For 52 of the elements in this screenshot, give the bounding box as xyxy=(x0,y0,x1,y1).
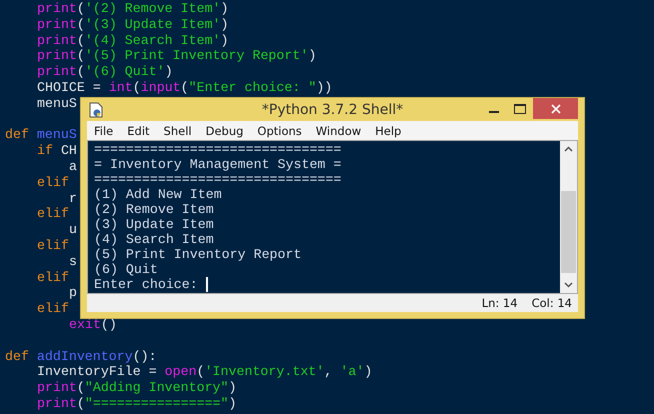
shell-output-line: (6) Quit xyxy=(94,262,158,277)
menu-item[interactable]: Options xyxy=(257,124,302,138)
code-line: print("Adding Inventory") xyxy=(36,380,237,396)
python-file-icon xyxy=(89,102,103,118)
code-line: exit() xyxy=(68,316,117,333)
scroll-up-icon[interactable] xyxy=(564,146,573,152)
code-line: print('(3) Update Item') xyxy=(36,16,229,33)
shell-output-line: (2) Remove Item xyxy=(94,202,214,217)
code-line: print('(4) Search Item') xyxy=(36,32,229,48)
shell-output-line: (3) Update Item xyxy=(94,217,214,232)
code-line: elif xyxy=(36,174,69,191)
scrollbar-thumb[interactable] xyxy=(561,191,576,273)
close-icon[interactable] xyxy=(550,104,560,114)
scroll-down-icon[interactable] xyxy=(564,282,573,288)
shell-output-line: (1) Add New Item xyxy=(94,187,222,202)
shell-output-line: =============================== xyxy=(94,142,342,157)
menu-item[interactable]: Edit xyxy=(127,124,150,138)
shell-output-line: =============================== xyxy=(94,172,342,187)
column-number-label: Col: 14 xyxy=(532,296,572,310)
text-cursor xyxy=(206,277,208,292)
code-line: p xyxy=(68,285,77,302)
code-line: if CH xyxy=(36,143,77,159)
code-line: print('(2) Remove Item') xyxy=(36,1,229,17)
code-line: elif xyxy=(36,206,69,222)
code-line: def menuS xyxy=(4,127,77,144)
close-button[interactable] xyxy=(533,98,578,119)
code-line: print("================") xyxy=(36,396,237,412)
code-line: print('(5) Print Inventory Report') xyxy=(36,48,316,64)
code-line: elif xyxy=(36,301,69,317)
code-line: s xyxy=(68,254,77,270)
code-line: elif xyxy=(36,238,69,254)
window-title: *Python 3.7.2 Shell* xyxy=(262,102,404,118)
code-line: menuS xyxy=(36,96,77,112)
code-line: InventoryFile = open('Inventory.txt', 'a') xyxy=(36,364,372,380)
code-line: a xyxy=(68,158,77,175)
maximize-icon[interactable] xyxy=(514,104,526,114)
code-line: def addInventory(): xyxy=(4,348,157,364)
code-line: elif xyxy=(36,270,69,286)
code-line: print('(6) Quit') xyxy=(36,64,173,80)
menu-item[interactable]: Window xyxy=(316,124,362,138)
code-line: CHOICE = int(input("Enter choice: ")) xyxy=(36,80,332,96)
menu-item[interactable]: Shell xyxy=(164,124,192,138)
line-number-label: Ln: 14 xyxy=(482,296,518,310)
shell-prompt: Enter choice: xyxy=(94,277,199,292)
menu-item[interactable]: File xyxy=(94,124,114,138)
shell-output-line: = Inventory Management System = xyxy=(94,157,342,172)
shell-output-line: (4) Search Item xyxy=(94,232,214,247)
code-line: r xyxy=(68,190,77,206)
menu-item[interactable]: Debug xyxy=(206,124,244,138)
menu-item[interactable]: Help xyxy=(375,124,402,138)
shell-output-line: (5) Print Inventory Report xyxy=(94,247,302,262)
code-line: u xyxy=(68,222,77,238)
